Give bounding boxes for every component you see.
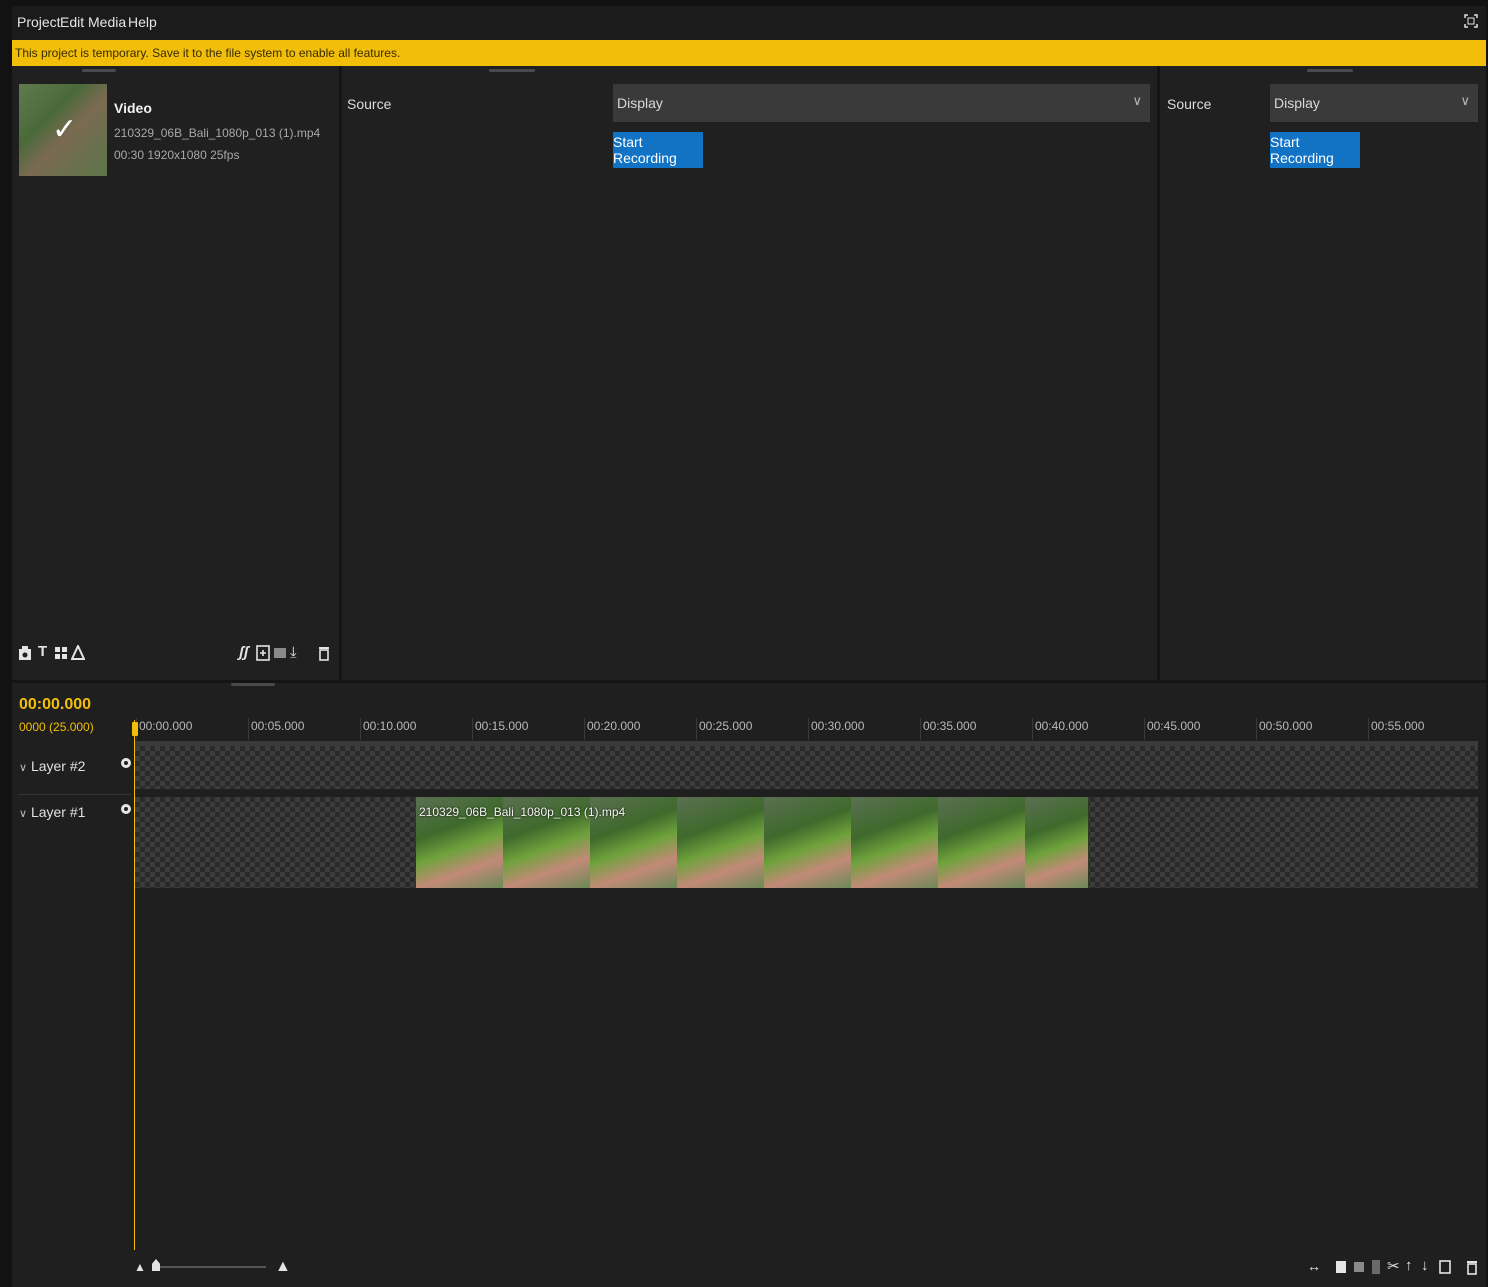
layer-row-2[interactable]: ∨ Layer #2 — [19, 758, 85, 774]
menu-edit[interactable]: Edit — [60, 14, 84, 30]
panel-resize-grip[interactable] — [1307, 69, 1353, 72]
media-item-meta: 00:30 1920x1080 25fps — [114, 148, 240, 162]
media-item-title: Video — [114, 100, 152, 116]
menu-bar: Project Edit Media Help — [12, 6, 1486, 40]
recorder-panel-left — [342, 66, 1157, 680]
visibility-icon[interactable] — [121, 804, 131, 814]
film-icon[interactable] — [1353, 1260, 1365, 1278]
ruler-label: 00:00.000 — [139, 719, 193, 733]
clip-thumbnail-frame — [938, 797, 1026, 888]
arrow-down-icon[interactable]: ↓ — [1421, 1257, 1429, 1274]
clip-thumbnail-frame — [851, 797, 939, 888]
zoom-slider-track[interactable] — [160, 1266, 266, 1268]
ruler-tick — [808, 718, 809, 740]
source-select[interactable]: Display ∨ — [613, 84, 1150, 122]
ruler-label: 00:20.000 — [587, 719, 641, 733]
playhead-handle[interactable] — [132, 722, 138, 736]
clip-thumbnail-frame — [677, 797, 765, 888]
ruler-label: 00:15.000 — [475, 719, 529, 733]
ruler-tick — [1032, 718, 1033, 740]
chevron-down-icon[interactable]: ∨ — [19, 762, 27, 774]
clip-name: 210329_06B_Bali_1080p_013 (1).mp4 — [419, 805, 626, 819]
ruler-label: 00:35.000 — [923, 719, 977, 733]
panel-resize-grip[interactable] — [231, 683, 275, 686]
clip-thumbnail-frame — [1025, 797, 1089, 888]
media-thumbnail[interactable]: ✓ — [19, 84, 107, 176]
clip-thumbnail-frame — [764, 797, 852, 888]
film-icon[interactable] — [273, 646, 287, 664]
ruler-tick — [584, 718, 585, 740]
trash-icon[interactable] — [318, 645, 330, 665]
layer-2-track[interactable] — [135, 746, 1478, 789]
chevron-down-icon[interactable]: ∨ — [19, 808, 27, 820]
fullscreen-icon[interactable] — [1464, 14, 1478, 28]
visibility-icon[interactable] — [121, 758, 131, 768]
effects-icon[interactable] — [70, 643, 86, 665]
ruler-label: 00:10.000 — [363, 719, 417, 733]
add-track-icon[interactable] — [1335, 1260, 1347, 1278]
ruler-label: 00:50.000 — [1259, 719, 1313, 733]
layer-separator — [18, 794, 131, 795]
ruler-tick — [920, 718, 921, 740]
temporary-project-banner: This project is temporary. Save it to th… — [12, 40, 1486, 66]
timeline-clip[interactable]: 210329_06B_Bali_1080p_013 (1).mp4 — [416, 797, 1089, 888]
ruler-label: 00:40.000 — [1035, 719, 1089, 733]
source-select-value: Display — [617, 95, 663, 111]
zoom-in-icon[interactable]: ▲ — [275, 1258, 291, 1276]
shapes-icon[interactable] — [54, 645, 68, 665]
fit-width-icon[interactable]: ↔ — [1307, 1258, 1321, 1274]
import-icon[interactable] — [256, 645, 270, 665]
banner-text: This project is temporary. Save it to th… — [15, 46, 401, 60]
panel-resize-grip[interactable] — [82, 69, 116, 72]
ruler-tick — [1368, 718, 1369, 740]
timeline-timecode: 00:00.000 — [19, 696, 92, 713]
ruler-tick — [1256, 718, 1257, 740]
arrow-up-icon[interactable]: ↑ — [1405, 1257, 1413, 1274]
scissors-icon[interactable]: ✂ — [1387, 1257, 1400, 1275]
ruler-tick — [360, 718, 361, 740]
layer-name: Layer #1 — [30, 804, 86, 820]
check-icon: ✓ — [52, 113, 78, 146]
menu-media[interactable]: Media — [88, 14, 126, 30]
chevron-down-icon: ∨ — [1460, 93, 1470, 108]
start-recording-button[interactable]: Start Recording — [1270, 132, 1360, 168]
chevron-down-icon: ∨ — [1132, 93, 1142, 108]
ruler-label: 00:55.000 — [1371, 719, 1425, 733]
export-icon[interactable] — [1439, 1260, 1451, 1278]
source-select[interactable]: Display ∨ — [1270, 84, 1478, 122]
source-label: Source — [1167, 96, 1212, 112]
layer-row-1[interactable]: ∨ Layer #1 — [19, 804, 85, 820]
link-icon[interactable]: ʃʃ — [239, 644, 249, 661]
menu-help[interactable]: Help — [128, 14, 157, 30]
ruler-label: 00:25.000 — [699, 719, 753, 733]
ruler-label: 00:30.000 — [811, 719, 865, 733]
marker-icon[interactable] — [1371, 1259, 1381, 1279]
media-item-filename: 210329_06B_Bali_1080p_013 (1).mp4 — [114, 126, 321, 140]
ruler-tick — [1144, 718, 1145, 740]
ruler-tick — [248, 718, 249, 740]
trash-icon[interactable] — [1466, 1259, 1478, 1279]
source-label: Source — [347, 96, 392, 112]
menu-project[interactable]: Project — [17, 14, 61, 30]
zoom-out-icon[interactable]: ▲ — [134, 1260, 146, 1274]
ruler-tick — [472, 718, 473, 740]
camera-icon[interactable] — [18, 645, 32, 665]
playhead[interactable] — [134, 720, 135, 1250]
ruler-tick — [696, 718, 697, 740]
layer-name: Layer #2 — [30, 758, 86, 774]
panel-resize-grip[interactable] — [489, 69, 535, 72]
source-select-value: Display — [1274, 95, 1320, 111]
ruler-label: 00:45.000 — [1147, 719, 1201, 733]
download-icon[interactable]: ⤓ — [290, 644, 297, 661]
ruler-label: 00:05.000 — [251, 719, 305, 733]
start-recording-button[interactable]: Start Recording — [613, 132, 703, 168]
timeline-frame-info: 0000 (25.000) — [19, 720, 94, 734]
text-icon[interactable]: T — [38, 643, 47, 660]
